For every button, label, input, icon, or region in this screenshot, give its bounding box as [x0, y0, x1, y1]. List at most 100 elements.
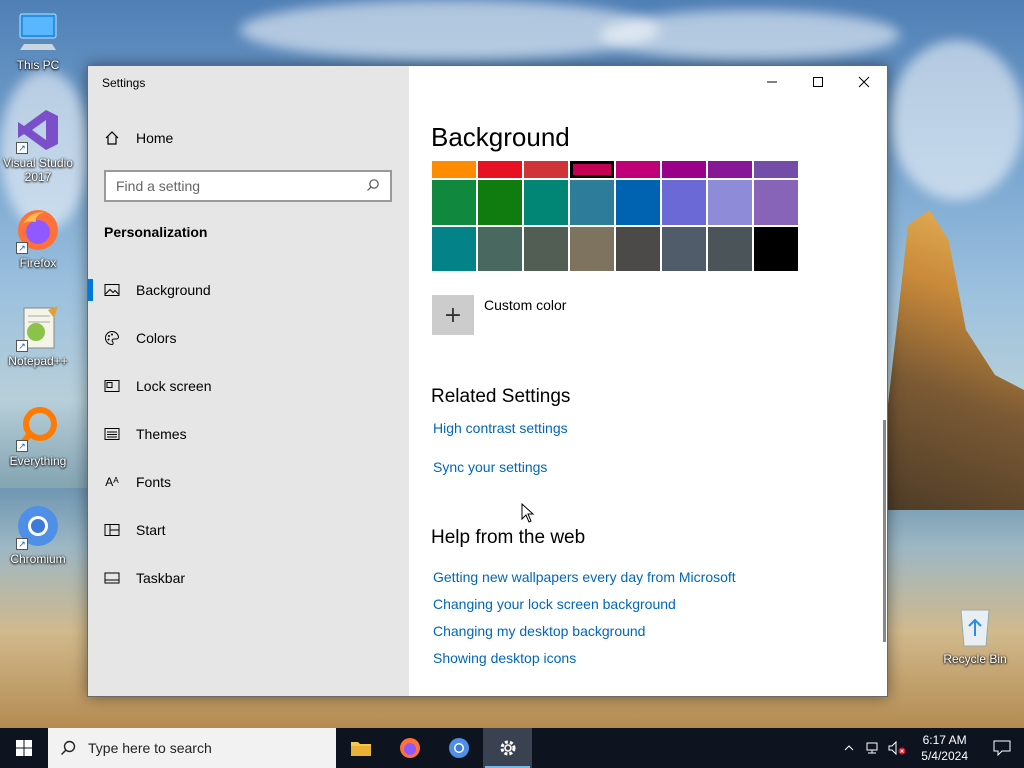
desktop-icon-recycle-bin[interactable]: Recycle Bin [937, 602, 1013, 666]
minimize-button[interactable] [749, 66, 795, 98]
color-swatch[interactable] [570, 161, 614, 178]
wallpaper-cliff [879, 210, 1024, 510]
desktop-icon-firefox[interactable]: ↗ Firefox [0, 206, 76, 270]
link-sync-settings[interactable]: Sync your settings [433, 459, 547, 475]
font-icon: Aᴬ [105, 475, 119, 489]
sidebar-item-colors[interactable]: Colors [88, 314, 409, 362]
desktop-icon-everything[interactable]: ↗ Everything [0, 404, 76, 468]
link-help-desktop-bg[interactable]: Changing my desktop background [433, 623, 645, 639]
start-button[interactable] [0, 728, 48, 768]
color-swatch[interactable] [524, 161, 568, 178]
taskbar-app-file-explorer[interactable] [336, 728, 385, 768]
custom-color-label: Custom color [484, 297, 567, 313]
color-swatch[interactable] [570, 180, 614, 225]
color-swatch[interactable] [662, 180, 706, 225]
link-help-wallpapers[interactable]: Getting new wallpapers every day from Mi… [433, 569, 736, 585]
firefox-icon [399, 738, 420, 758]
volume-muted-icon[interactable] [885, 728, 909, 768]
color-swatch[interactable] [478, 227, 522, 271]
chromium-icon: ↗ [14, 502, 62, 550]
custom-color-button[interactable]: + Custom color [432, 295, 566, 335]
personalization-nav: Background Colors Lock screen Themes Aᴬ … [88, 266, 409, 602]
maximize-button[interactable] [795, 66, 841, 98]
color-swatch[interactable] [616, 180, 660, 225]
taskbar-app-settings[interactable] [483, 728, 532, 768]
shortcut-arrow-icon: ↗ [16, 142, 28, 154]
mouse-cursor-icon [521, 503, 535, 523]
plus-icon: + [432, 295, 474, 335]
taskbar-app-chromium[interactable] [434, 728, 483, 768]
desktop-icon-chromium[interactable]: ↗ Chromium [0, 502, 76, 566]
color-swatch[interactable] [754, 161, 798, 178]
desktop-icon-notepad-plus-plus[interactable]: ↗ Notepad++ [0, 304, 76, 368]
color-swatch[interactable] [754, 227, 798, 271]
color-swatch[interactable] [662, 227, 706, 271]
palette-row [432, 180, 798, 225]
clock[interactable]: 6:17 AM 5/4/2024 [909, 732, 980, 764]
gear-icon [500, 740, 515, 756]
system-tray: 6:17 AM 5/4/2024 [837, 728, 1024, 768]
color-swatch[interactable] [708, 227, 752, 271]
find-setting-input[interactable]: Find a setting [104, 170, 392, 202]
shortcut-arrow-icon: ↗ [16, 538, 28, 550]
maximize-icon [813, 77, 823, 87]
chromium-icon [448, 738, 469, 758]
find-setting-placeholder: Find a setting [116, 178, 201, 194]
minimize-icon [767, 81, 777, 83]
sidebar-item-background[interactable]: Background [88, 266, 409, 314]
color-swatch[interactable] [432, 227, 476, 271]
close-button[interactable] [841, 66, 887, 98]
taskbar-app-firefox[interactable] [385, 728, 434, 768]
color-swatch[interactable] [432, 180, 476, 225]
color-swatch[interactable] [478, 161, 522, 178]
action-center-button[interactable] [980, 728, 1024, 768]
color-swatch[interactable] [754, 180, 798, 225]
home-nav-item[interactable]: Home [104, 130, 173, 146]
recycle-bin-icon [951, 602, 999, 650]
lock-screen-icon [104, 378, 120, 394]
chevron-up-icon[interactable] [837, 728, 861, 768]
brush-icon [104, 426, 120, 442]
palette-row [432, 161, 798, 178]
desktop-icon-visual-studio[interactable]: ↗ Visual Studio 2017 [0, 106, 76, 184]
sidebar-item-label: Themes [136, 426, 187, 442]
link-help-lock-screen[interactable]: Changing your lock screen background [433, 596, 676, 612]
window-title: Settings [102, 76, 146, 90]
color-swatch[interactable] [616, 161, 660, 178]
content-scrollbar[interactable] [883, 420, 886, 642]
settings-content: Background + Custom color Related Settin… [409, 66, 887, 696]
clock-date: 5/4/2024 [921, 749, 968, 763]
color-swatch[interactable] [616, 227, 660, 271]
sidebar-item-start[interactable]: Start [88, 506, 409, 554]
close-icon [858, 76, 870, 88]
sidebar-item-lock-screen[interactable]: Lock screen [88, 362, 409, 410]
taskbar-search-box[interactable]: Type here to search [48, 728, 336, 768]
link-help-desktop-icons[interactable]: Showing desktop icons [433, 650, 576, 666]
color-swatch[interactable] [478, 180, 522, 225]
color-swatch[interactable] [432, 161, 476, 178]
page-title: Background [431, 122, 570, 152]
color-swatch[interactable] [570, 227, 614, 271]
sidebar-item-fonts[interactable]: Aᴬ Fonts [88, 458, 409, 506]
desktop-icon-this-pc[interactable]: This PC [0, 8, 76, 72]
color-swatch[interactable] [524, 227, 568, 271]
color-swatch[interactable] [708, 180, 752, 225]
search-icon [366, 178, 380, 195]
network-icon[interactable] [861, 728, 885, 768]
sidebar-item-label: Fonts [136, 474, 172, 490]
settings-window: Settings Home Find a setting Personaliza… [87, 65, 888, 697]
folder-icon [350, 742, 371, 756]
settings-sidebar: Settings Home Find a setting Personaliza… [88, 66, 409, 696]
sidebar-item-themes[interactable]: Themes [88, 410, 409, 458]
firefox-icon: ↗ [14, 206, 62, 254]
color-swatch[interactable] [708, 161, 752, 178]
color-swatch[interactable] [662, 161, 706, 178]
sidebar-item-taskbar[interactable]: Taskbar [88, 554, 409, 602]
shortcut-arrow-icon: ↗ [16, 440, 28, 452]
everything-search-icon: ↗ [14, 404, 62, 452]
sidebar-item-label: Taskbar [136, 570, 186, 586]
color-swatch[interactable] [524, 180, 568, 225]
link-high-contrast[interactable]: High contrast settings [433, 420, 568, 436]
sidebar-item-label: Colors [136, 330, 177, 346]
background-color-palette [432, 161, 798, 273]
